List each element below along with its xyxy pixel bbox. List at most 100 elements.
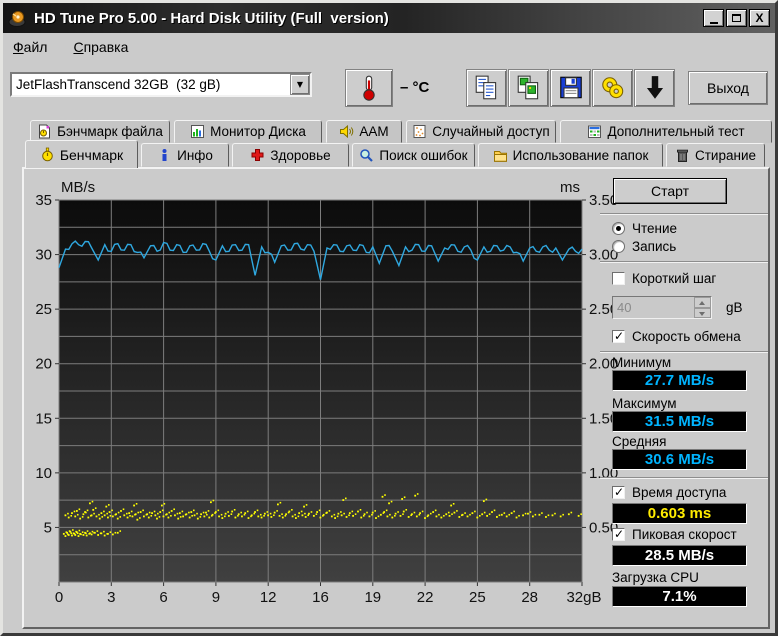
svg-text:22: 22 bbox=[417, 589, 434, 606]
save-button[interactable] bbox=[550, 69, 591, 107]
mode-write-label: Запись bbox=[632, 239, 676, 254]
tab-label: Стирание bbox=[695, 148, 756, 163]
tab-label: Монитор Диска bbox=[210, 124, 306, 139]
access-time-option[interactable]: Время доступа bbox=[612, 485, 726, 500]
burst-rate-value: 28.5 MB/s bbox=[612, 545, 747, 566]
access-time-checkbox[interactable] bbox=[612, 486, 625, 499]
svg-text:9: 9 bbox=[212, 589, 220, 606]
save-icon bbox=[558, 74, 584, 102]
spin-down-icon[interactable] bbox=[694, 308, 711, 319]
maximum-label: Максимум bbox=[612, 396, 677, 411]
toolbar: JetFlashTranscend 32GB (32 gB) ▼ – °C bbox=[3, 60, 775, 117]
access-time-value: 0.603 ms bbox=[612, 503, 747, 524]
svg-text:25: 25 bbox=[469, 589, 486, 606]
spin-up-icon[interactable] bbox=[694, 297, 711, 308]
radio-read[interactable] bbox=[612, 222, 625, 235]
tab-error-scan[interactable]: Поиск ошибок bbox=[352, 143, 475, 167]
device-select[interactable]: JetFlashTranscend 32GB (32 gB) ▼ bbox=[10, 72, 312, 97]
extra-tests-icon bbox=[587, 124, 602, 139]
cpu-usage-label: Загрузка CPU bbox=[612, 570, 699, 585]
minimize-button[interactable] bbox=[703, 9, 724, 27]
svg-text:15: 15 bbox=[35, 410, 52, 427]
options-icon bbox=[600, 74, 626, 102]
separator bbox=[600, 351, 768, 353]
menu-file-accel: Ф bbox=[13, 39, 24, 55]
svg-text:12: 12 bbox=[260, 589, 277, 606]
minimum-label: Минимум bbox=[612, 355, 671, 370]
app-window: HD Tune Pro 5.00 - Hard Disk Utility (Fu… bbox=[0, 0, 778, 636]
folder-usage-icon bbox=[493, 148, 508, 163]
burst-rate-option[interactable]: Пиковая скорост bbox=[612, 527, 737, 542]
tab-label: Бэнчмарк файла bbox=[57, 124, 163, 139]
tab-erase[interactable]: Стирание bbox=[666, 143, 765, 167]
copy-text-button[interactable] bbox=[466, 69, 507, 107]
erase-icon bbox=[675, 148, 690, 163]
svg-text:10: 10 bbox=[35, 465, 52, 482]
menu-file[interactable]: Файл bbox=[13, 39, 47, 55]
tab-aam[interactable]: AAM bbox=[326, 120, 402, 143]
chevron-down-icon[interactable]: ▼ bbox=[290, 74, 310, 95]
tab-label: Поиск ошибок bbox=[379, 148, 467, 163]
start-button[interactable]: Старт bbox=[613, 178, 727, 204]
separator bbox=[600, 213, 768, 215]
separator bbox=[600, 477, 768, 479]
menu-bar: Файл Справка bbox=[3, 33, 775, 60]
temperature-button[interactable] bbox=[345, 69, 393, 107]
cpu-usage-value: 7.1% bbox=[612, 586, 747, 607]
svg-text:5: 5 bbox=[44, 519, 52, 536]
title-bar: HD Tune Pro 5.00 - Hard Disk Utility (Fu… bbox=[3, 3, 775, 33]
mode-write-option[interactable]: Запись bbox=[612, 239, 676, 254]
transfer-rate-option[interactable]: Скорость обмена bbox=[612, 329, 741, 344]
tab-disk-monitor[interactable]: Монитор Диска bbox=[174, 120, 322, 143]
copy-image-button[interactable] bbox=[508, 69, 549, 107]
burst-rate-label: Пиковая скорост bbox=[632, 527, 737, 542]
info-icon bbox=[157, 148, 172, 163]
device-select-value: JetFlashTranscend 32GB (32 gB) bbox=[12, 74, 290, 95]
short-stride-label: Короткий шаг bbox=[632, 271, 716, 286]
window-title: HD Tune Pro 5.00 - Hard Disk Utility (Fu… bbox=[34, 10, 701, 27]
copy-image-icon bbox=[516, 74, 542, 102]
menu-help[interactable]: Справка bbox=[73, 39, 128, 55]
random-access-icon bbox=[412, 124, 427, 139]
benchmark-icon bbox=[40, 147, 55, 162]
tab-row-secondary: Бэнчмарк файла Монитор Диска AAM bbox=[30, 120, 772, 143]
tab-label: Использование папок bbox=[513, 148, 649, 163]
stride-size-stepper[interactable]: 40 bbox=[612, 296, 712, 319]
stride-size-value: 40 bbox=[613, 297, 694, 318]
radio-write[interactable] bbox=[612, 240, 625, 253]
svg-text:3: 3 bbox=[107, 589, 115, 606]
svg-text:0: 0 bbox=[55, 589, 63, 606]
tab-label: Дополнительный тест bbox=[607, 124, 744, 139]
maximum-value: 31.5 MB/s bbox=[612, 411, 747, 432]
svg-text:16: 16 bbox=[312, 589, 329, 606]
tab-benchmark[interactable]: Бенчмарк bbox=[25, 140, 138, 168]
benchmark-chart: 036912161922252832gB35302520151053.503.0… bbox=[24, 169, 624, 614]
transfer-rate-checkbox[interactable] bbox=[612, 330, 625, 343]
svg-text:28: 28 bbox=[521, 589, 538, 606]
separator bbox=[600, 261, 768, 263]
tab-health[interactable]: Здоровье bbox=[232, 143, 349, 167]
close-button[interactable]: X bbox=[749, 9, 770, 27]
file-benchmark-icon bbox=[37, 124, 52, 139]
download-arrow-button[interactable] bbox=[634, 69, 675, 107]
transfer-rate-label: Скорость обмена bbox=[632, 329, 741, 344]
average-label: Средняя bbox=[612, 434, 666, 449]
svg-text:32gB: 32gB bbox=[566, 589, 601, 606]
tab-info[interactable]: Инфо bbox=[141, 143, 229, 167]
menu-file-rest: айл bbox=[24, 39, 48, 55]
tab-label: Здоровье bbox=[270, 148, 330, 163]
tab-folder-usage[interactable]: Использование папок bbox=[478, 143, 663, 167]
health-icon bbox=[250, 148, 265, 163]
mode-read-option[interactable]: Чтение bbox=[612, 221, 677, 236]
short-stride-option[interactable]: Короткий шаг bbox=[612, 271, 716, 286]
tab-random-access[interactable]: Случайный доступ bbox=[406, 120, 556, 143]
download-arrow-icon bbox=[642, 74, 668, 102]
copy-text-icon bbox=[474, 74, 500, 102]
options-button[interactable] bbox=[592, 69, 633, 107]
maximize-button[interactable] bbox=[726, 9, 747, 27]
tab-extra-tests[interactable]: Дополнительный тест bbox=[560, 120, 772, 143]
short-stride-checkbox[interactable] bbox=[612, 272, 625, 285]
exit-button[interactable]: Выход bbox=[688, 71, 768, 105]
burst-rate-checkbox[interactable] bbox=[612, 528, 625, 541]
minimize-icon bbox=[710, 22, 718, 24]
